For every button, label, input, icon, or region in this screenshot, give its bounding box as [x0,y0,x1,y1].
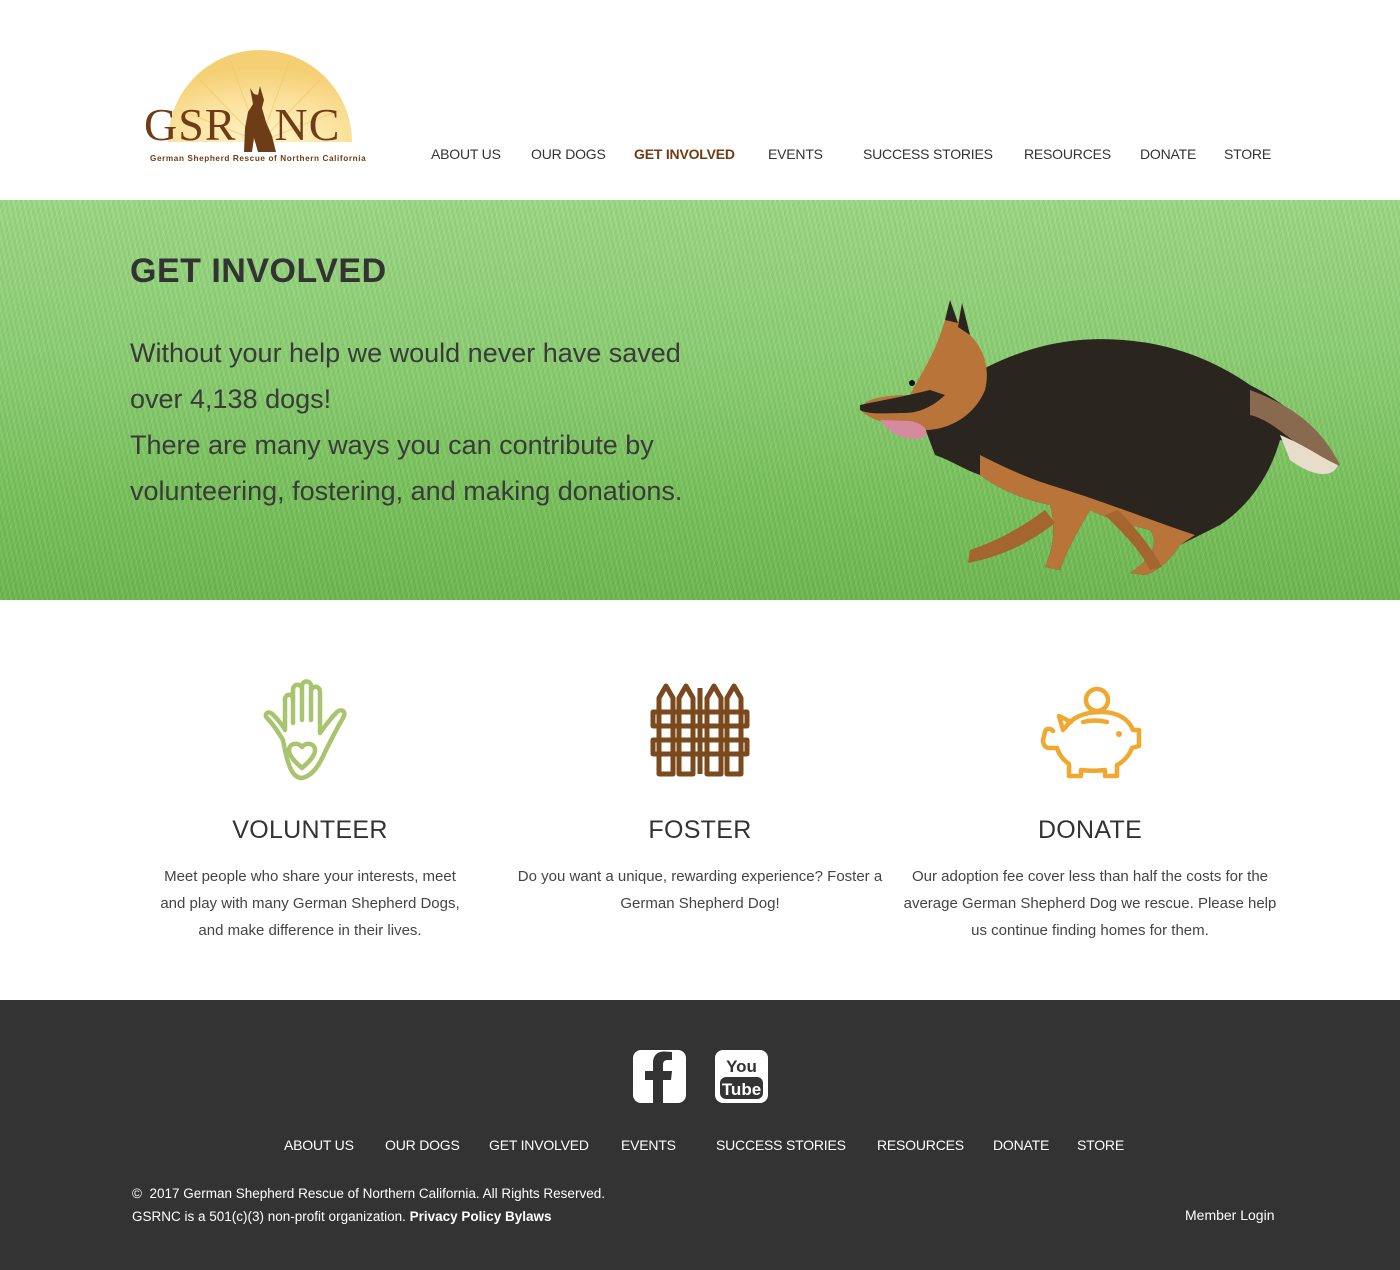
nonprofit-text: GSRNC is a 501(c)(3) non-profit organiza… [132,1209,406,1224]
donate-text-line: Our adoption fee cover less than half th… [911,868,1269,885]
volunteer-text-line: and play with many German Shepherd Dogs, [160,895,460,912]
member-login-link[interactable]: Member Login [1185,1207,1275,1223]
piggy-bank-icon [1040,686,1142,779]
site-footer: You Tube ABOUT US OUR DOGS GET INVOLVED … [0,1000,1400,1270]
nav-about-us[interactable]: ABOUT US [431,146,501,162]
copyright-text: 2017 German Shepherd Rescue of Northern … [149,1186,605,1201]
footer-nav-store[interactable]: STORE [1077,1137,1124,1153]
facebook-icon[interactable] [633,1050,686,1103]
running-dog-image [860,300,1340,575]
footer-nav-events[interactable]: EVENTS [621,1137,676,1153]
fence-icon [650,683,750,777]
footer-nav-donate[interactable]: DONATE [993,1137,1049,1153]
privacy-policy-link[interactable]: Privacy Policy [410,1209,502,1224]
site-header: GSR NC German Shepherd Rescue of Northern… [0,0,1400,200]
hero-text: Without your help we would never have sa… [130,330,690,514]
hero-line-3: There are many ways you can contribute b… [130,430,654,460]
donate-title: DONATE [1037,816,1143,844]
bylaws-link[interactable]: Bylaws [505,1209,552,1224]
donate-text-line: average German Shepherd Dog we rescue. P… [903,895,1277,912]
foster-text: Do you want a unique, rewarding experien… [510,863,890,917]
logo-wordmark-right: NC [274,99,341,150]
nav-get-involved[interactable]: GET INVOLVED [634,146,735,162]
youtube-label-top: You [726,1057,757,1076]
donate-text: Our adoption fee cover less than half th… [900,863,1280,944]
hero-banner: GET INVOLVED Without your help we would … [0,200,1400,600]
youtube-icon[interactable]: You Tube [715,1050,768,1103]
nonprofit-line: GSRNC is a 501(c)(3) non-profit organiza… [132,1209,552,1224]
volunteer-text: Meet people who share your interests, me… [120,863,500,944]
foster-card[interactable]: FOSTER Do you want a unique, rewarding e… [510,678,890,917]
foster-text-line: German Shepherd Dog! [620,895,780,912]
footer-nav-our-dogs[interactable]: OUR DOGS [385,1137,460,1153]
volunteer-card[interactable]: VOLUNTEER Meet people who share your int… [120,678,500,944]
main-nav: ABOUT US OUR DOGS GET INVOLVED EVENTS SU… [0,146,1400,166]
hand-heart-icon [263,679,347,781]
footer-nav-get-involved[interactable]: GET INVOLVED [489,1137,589,1153]
nav-events[interactable]: EVENTS [768,146,823,162]
youtube-label-bottom: Tube [722,1080,761,1099]
hero-line-2: over 4,138 dogs! [130,384,332,414]
donate-text-line: us continue finding homes for them. [971,922,1209,939]
footer-nav-resources[interactable]: RESOURCES [877,1137,964,1153]
nav-donate[interactable]: DONATE [1140,146,1196,162]
footer-nav: ABOUT US OUR DOGS GET INVOLVED EVENTS SU… [0,1137,1400,1157]
logo-wordmark-left: GSR [144,99,237,150]
page-title: GET INVOLVED [130,252,387,290]
footer-nav-success-stories[interactable]: SUCCESS STORIES [716,1137,846,1153]
volunteer-text-line: Meet people who share your interests, me… [164,868,456,885]
social-links: You Tube [633,1050,773,1104]
nav-resources[interactable]: RESOURCES [1024,146,1111,162]
volunteer-text-line: and make difference in their lives. [198,922,422,939]
nav-success-stories[interactable]: SUCCESS STORIES [863,146,993,162]
donate-card[interactable]: DONATE Our adoption fee cover less than … [900,678,1280,944]
copyright-line: © 2017 German Shepherd Rescue of Norther… [132,1186,605,1201]
foster-title: FOSTER [648,816,752,844]
foster-text-line: Do you want a unique, rewarding experien… [517,868,883,885]
nav-store[interactable]: STORE [1224,146,1271,162]
copyright-symbol: © [132,1186,142,1201]
nav-our-dogs[interactable]: OUR DOGS [531,146,606,162]
volunteer-title: VOLUNTEER [232,816,388,844]
logo-wordmark: GSR NC [144,102,340,148]
footer-nav-about-us[interactable]: ABOUT US [284,1137,354,1153]
ways-to-help: VOLUNTEER Meet people who share your int… [0,600,1400,1000]
hero-line-1: Without your help we would never have sa… [130,338,681,368]
hero-line-4: volunteering, fostering, and making dona… [130,476,683,506]
